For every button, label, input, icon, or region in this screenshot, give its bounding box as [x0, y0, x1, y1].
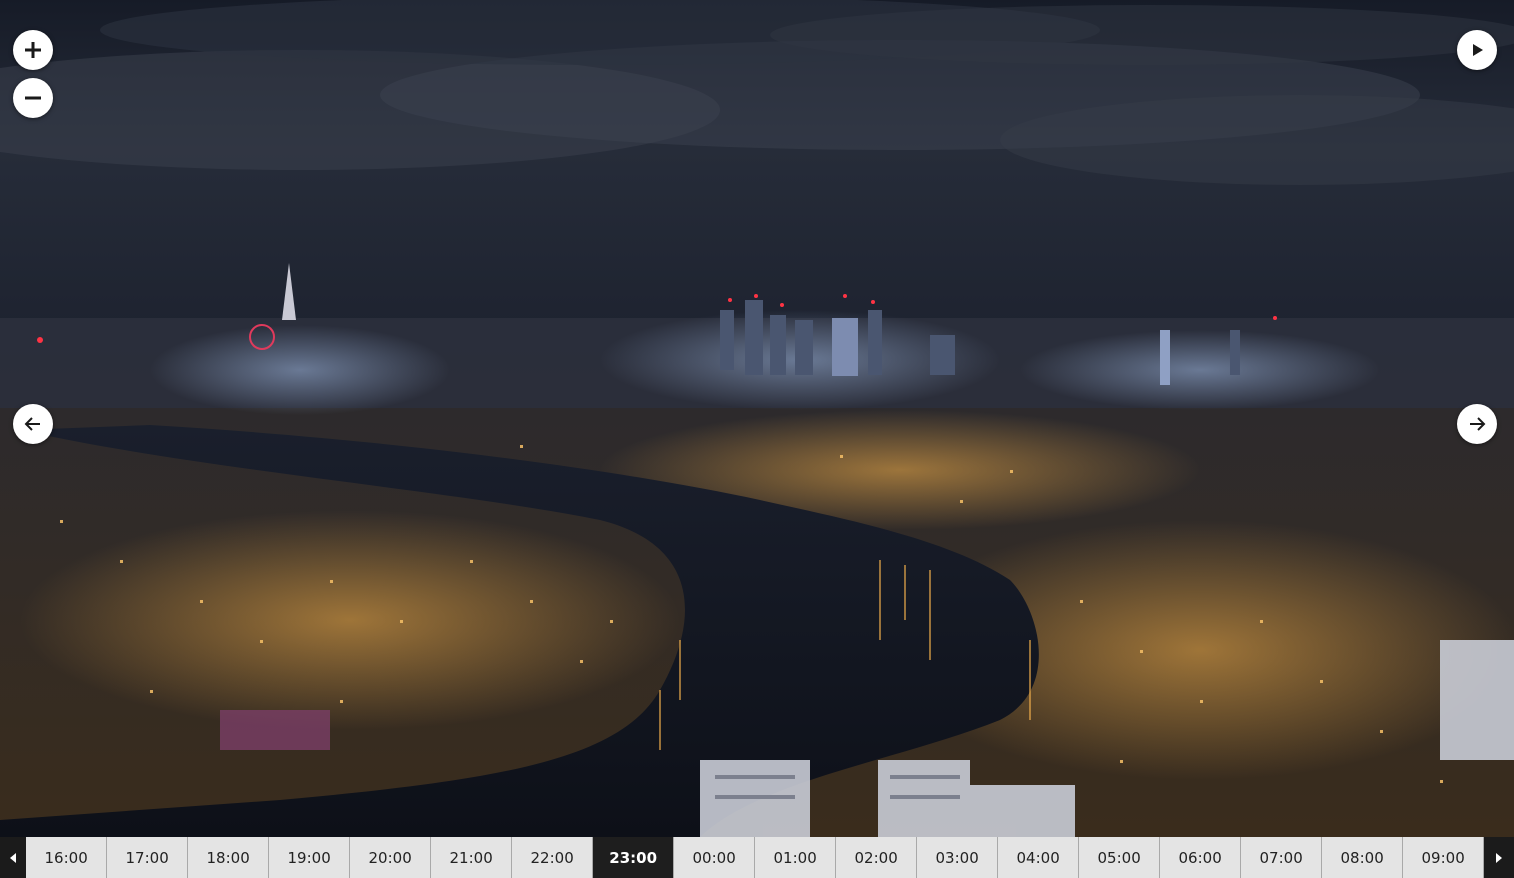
timeline-slot[interactable]: 02:00: [836, 837, 918, 878]
timeline-slot[interactable]: 16:00: [26, 837, 108, 878]
minus-icon: [25, 96, 41, 100]
timeline-scroll-right-button[interactable]: [1484, 837, 1514, 878]
timeline-slot[interactable]: 09:00: [1403, 837, 1485, 878]
zoom-out-button[interactable]: [13, 78, 53, 118]
arrow-right-icon: [1470, 417, 1486, 431]
timeline-slot[interactable]: 21:00: [431, 837, 513, 878]
timeline-slot[interactable]: 04:00: [998, 837, 1080, 878]
time-timeline: 16:00 17:00 18:00 19:00 20:00 21:00 22:00 23:00…: [0, 837, 1514, 878]
arrow-left-icon: [24, 417, 40, 431]
timeline-slot[interactable]: 05:00: [1079, 837, 1161, 878]
timeline-slot[interactable]: 22:00: [512, 837, 594, 878]
timeline-slot[interactable]: 19:00: [269, 837, 351, 878]
caret-right-icon: [1496, 852, 1503, 863]
timeline-slot[interactable]: 20:00: [350, 837, 432, 878]
timeline-slot[interactable]: 17:00: [107, 837, 189, 878]
panorama-viewer: 16:00 17:00 18:00 19:00 20:00 21:00 22:00 23:00…: [0, 0, 1514, 878]
previous-button[interactable]: [13, 404, 53, 444]
zoom-in-button[interactable]: [13, 30, 53, 70]
play-button[interactable]: [1457, 30, 1497, 70]
caret-left-icon: [10, 852, 17, 863]
timeline-slot[interactable]: 06:00: [1160, 837, 1242, 878]
next-button[interactable]: [1457, 404, 1497, 444]
timeline-slot[interactable]: 00:00: [674, 837, 756, 878]
timeline-scroll-left-button[interactable]: [0, 837, 27, 878]
play-icon: [1473, 44, 1483, 56]
timeline-slot[interactable]: 18:00: [188, 837, 270, 878]
timeline-slot[interactable]: 03:00: [917, 837, 999, 878]
city-night-panorama[interactable]: [0, 0, 1514, 837]
plus-icon: [25, 42, 41, 58]
timeline-slot[interactable]: 01:00: [755, 837, 837, 878]
panorama-image: [0, 0, 1514, 837]
timeline-slot[interactable]: 07:00: [1241, 837, 1323, 878]
timeline-slot[interactable]: 08:00: [1322, 837, 1404, 878]
timeline-slot-active[interactable]: 23:00: [593, 837, 675, 878]
timeline-slots: 16:00 17:00 18:00 19:00 20:00 21:00 22:00 23:00…: [26, 837, 1485, 878]
